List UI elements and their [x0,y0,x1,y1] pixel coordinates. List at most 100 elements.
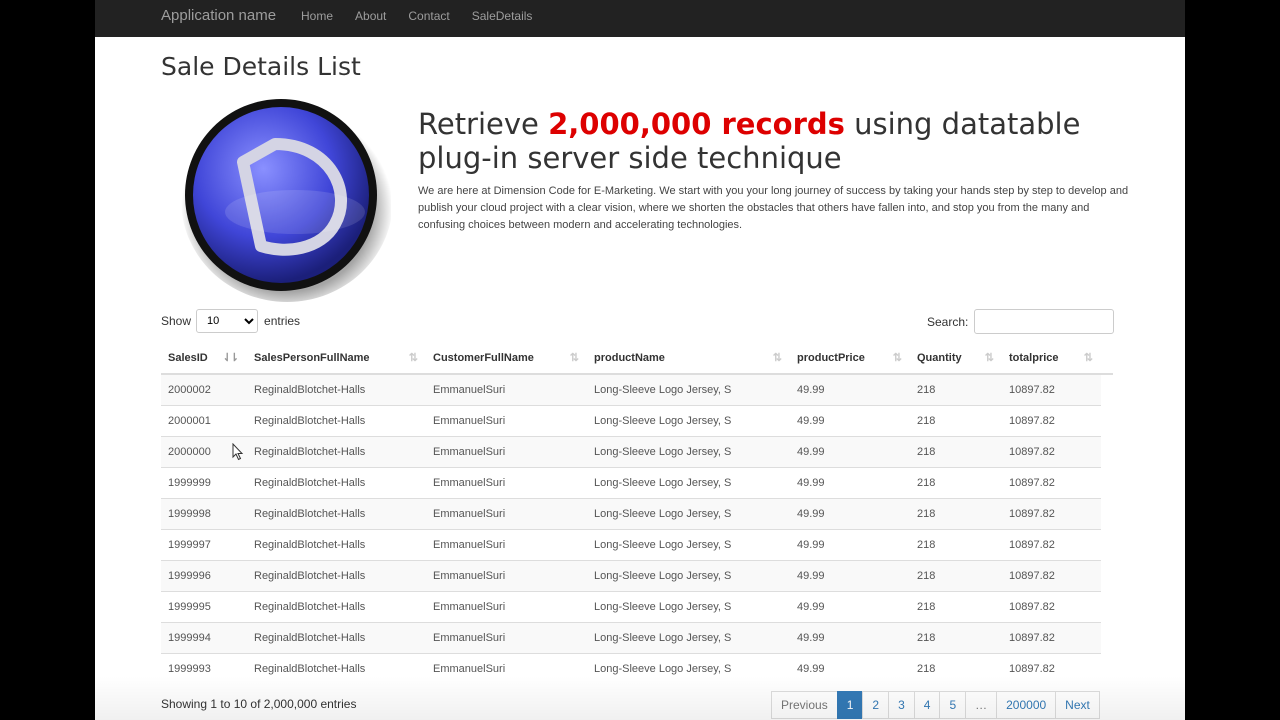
entries-select[interactable]: 10 [196,309,259,333]
pagination-page-5[interactable]: 5 [939,691,967,719]
cell-productprice: 49.99 [790,404,910,436]
sort-icon: ⇅ [1083,352,1093,364]
cell-totalprice: 10897.82 [1002,590,1101,622]
cell-productprice: 49.99 [790,435,910,467]
column-header-salesperson[interactable]: SalesPersonFullName ⇅ [247,342,426,375]
table-row[interactable]: 1999998 ReginaldBlotchet-Halls EmmanuelSur… [161,497,1113,529]
cell-totalprice: 10897.82 [1002,466,1101,498]
cell-quantity: 218 [910,404,1002,436]
column-header-productname[interactable]: productName ⇅ [587,342,790,375]
sort-icon: ⇅ [984,352,994,364]
cell-productname: Long-Sleeve Logo Jersey, S [587,590,790,622]
cell-totalprice: 10897.82 [1002,528,1101,560]
pagination-page-2[interactable]: 2 [862,691,890,719]
column-header-productprice[interactable]: productPrice ⇅ [790,342,910,375]
cell-salesperson: ReginaldBlotchet-Halls [247,404,426,436]
cell-productprice: 49.99 [790,528,910,560]
cell-customer: EmmanuelSuri [426,590,587,622]
cell-productname: Long-Sleeve Logo Jersey, S [587,497,790,529]
pagination-next[interactable]: Next [1055,691,1100,719]
cell-salesperson: ReginaldBlotchet-Halls [247,559,426,591]
cell-productprice: 49.99 [790,590,910,622]
cell-productprice: 49.99 [790,373,910,405]
cell-salesperson: ReginaldBlotchet-Halls [247,652,426,684]
cell-productname: Long-Sleeve Logo Jersey, S [587,559,790,591]
table-row[interactable]: 1999996 ReginaldBlotchet-Halls EmmanuelSur… [161,559,1113,591]
row-spacer [1101,404,1113,436]
hero-heading-accent: 2,000,000 records [548,107,845,141]
table-info: Showing 1 to 10 of 2,000,000 entries [161,697,357,711]
cell-customer: EmmanuelSuri [426,373,587,405]
column-header-customer[interactable]: CustomerFullName ⇅ [426,342,587,375]
row-spacer [1101,590,1113,622]
cell-customer: EmmanuelSuri [426,621,587,653]
search-label: Search: [927,314,969,329]
cell-salesperson: ReginaldBlotchet-Halls [247,466,426,498]
hero-heading-before: Retrieve [418,107,549,141]
sort-icon: ⇅ [408,352,418,364]
dimension-logo-icon [181,98,391,302]
column-header-totalprice[interactable]: totalprice ⇅ [1002,342,1101,375]
cell-salesperson: ReginaldBlotchet-Halls [247,497,426,529]
navbar: Application name Home About Contact Sale… [95,0,1185,37]
cell-salesid: 1999993 [161,652,247,684]
column-header-quantity[interactable]: Quantity ⇅ [910,342,1002,375]
cell-customer: EmmanuelSuri [426,466,587,498]
cell-quantity: 218 [910,466,1002,498]
pagination-page-4[interactable]: 4 [913,691,941,719]
mouse-pointer-icon [232,443,244,461]
nav-link-saledetails[interactable]: SaleDetails [472,9,533,23]
table-row[interactable]: 1999999 ReginaldBlotchet-Halls EmmanuelSur… [161,466,1113,498]
header-spacer [1101,342,1113,375]
cell-salesperson: ReginaldBlotchet-Halls [247,621,426,653]
table-row[interactable]: 2000002 ReginaldBlotchet-Halls EmmanuelSur… [161,373,1113,405]
cell-totalprice: 10897.82 [1002,559,1101,591]
table-row[interactable]: 1999995 ReginaldBlotchet-Halls EmmanuelSur… [161,590,1113,622]
nav-links: Home About Contact SaleDetails [301,9,554,23]
nav-link-home[interactable]: Home [301,9,333,23]
nav-link-about[interactable]: About [355,9,386,23]
cell-customer: EmmanuelSuri [426,559,587,591]
page-title: Sale Details List [161,52,361,81]
cell-salesid: 1999994 [161,621,247,653]
table-row[interactable]: 2000000 ReginaldBlotchet-Halls EmmanuelSur… [161,435,1113,467]
cell-salesid: 1999996 [161,559,247,591]
pagination-page-3[interactable]: 3 [888,691,915,719]
table-header-row: SalesID ⇃⇂ SalesPersonFullName ⇅ CustomerF… [161,342,1113,375]
row-spacer [1101,559,1113,591]
column-header-salesid[interactable]: SalesID ⇃⇂ [161,342,247,375]
table-row[interactable]: 1999993 ReginaldBlotchet-Halls EmmanuelSur… [161,652,1113,684]
pagination-page-1[interactable]: 1 [836,691,864,719]
cell-salesid: 1999998 [161,497,247,529]
cell-quantity: 218 [910,652,1002,684]
sort-icon: ⇅ [892,352,902,364]
cell-productname: Long-Sleeve Logo Jersey, S [587,528,790,560]
cell-salesperson: ReginaldBlotchet-Halls [247,528,426,560]
pagination-previous[interactable]: Previous [771,691,838,719]
cell-customer: EmmanuelSuri [426,497,587,529]
table-row[interactable]: 1999994 ReginaldBlotchet-Halls EmmanuelSur… [161,621,1113,653]
cell-productname: Long-Sleeve Logo Jersey, S [587,621,790,653]
table-row[interactable]: 2000001 ReginaldBlotchet-Halls EmmanuelSur… [161,404,1113,436]
cell-productprice: 49.99 [790,559,910,591]
cell-totalprice: 10897.82 [1002,435,1101,467]
cell-totalprice: 10897.82 [1002,497,1101,529]
brand-link[interactable]: Application name [161,7,276,24]
cell-quantity: 218 [910,528,1002,560]
cell-salesperson: ReginaldBlotchet-Halls [247,590,426,622]
cell-customer: EmmanuelSuri [426,528,587,560]
cell-productname: Long-Sleeve Logo Jersey, S [587,404,790,436]
nav-link-contact[interactable]: Contact [408,9,449,23]
pagination-ellipsis: … [965,691,998,719]
cell-productprice: 49.99 [790,652,910,684]
pagination-page-last[interactable]: 200000 [996,691,1057,719]
cell-customer: EmmanuelSuri [426,404,587,436]
cell-quantity: 218 [910,590,1002,622]
entries-label: entries [264,314,301,328]
search-control: Search: [927,309,1115,334]
table-row[interactable]: 1999997 ReginaldBlotchet-Halls EmmanuelSur… [161,528,1113,560]
hero-description: We are here at Dimension Code for E-Mark… [418,185,1129,231]
search-input[interactable] [974,309,1115,334]
row-spacer [1101,528,1113,560]
cell-quantity: 218 [910,497,1002,529]
